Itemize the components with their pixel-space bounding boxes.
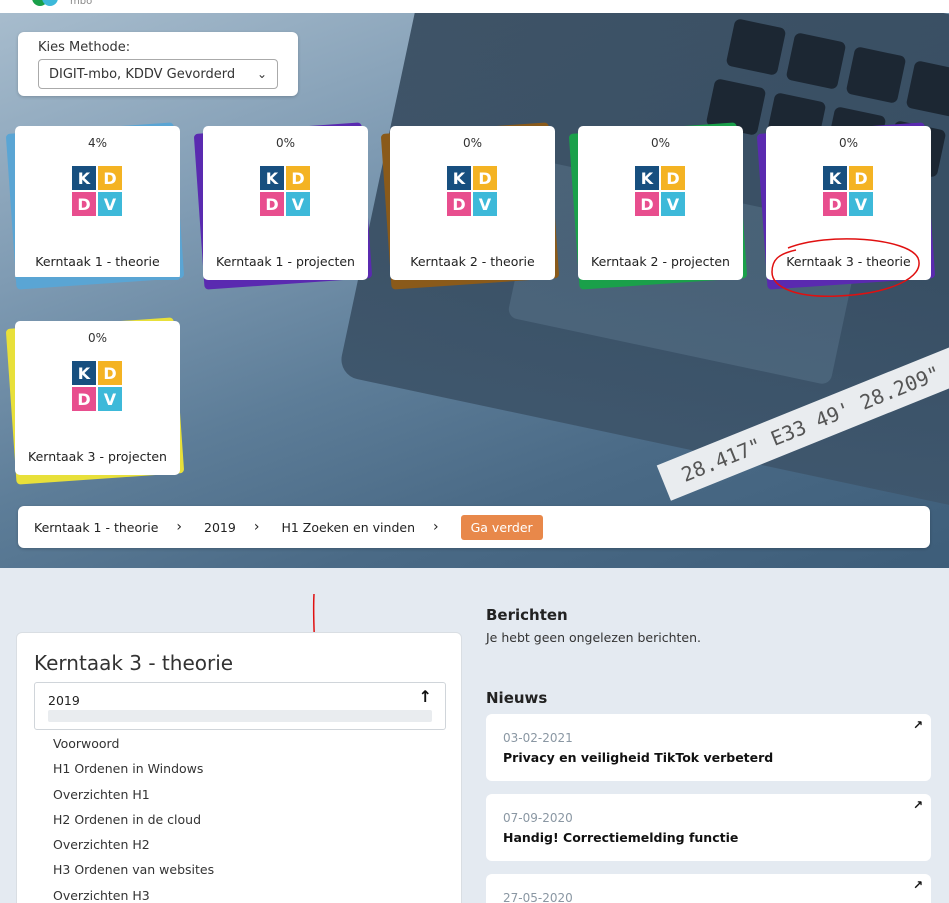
panel-title: Kerntaak 3 - theorie (34, 651, 234, 675)
news-title[interactable]: Privacy en veiligheid TikTok verbeterd (503, 750, 773, 765)
tile-card[interactable]: 0% KD DV Kerntaak 2 - theorie (390, 126, 555, 280)
messages-section: Berichten Je hebt geen ongelezen bericht… (486, 606, 931, 645)
tile-percent: 0% (650, 136, 671, 150)
news-date: 27-05-2020 (503, 891, 573, 903)
kddv-logo-icon: KD DV (823, 166, 873, 216)
external-link-icon[interactable]: ↗ (913, 798, 923, 812)
course-tile[interactable]: 0% KD DV Kerntaak 2 - theorie (380, 122, 560, 290)
chapter-link[interactable]: H1 Ordenen in Windows (53, 756, 214, 781)
chapter-link[interactable]: Overzichten H3 (53, 883, 214, 903)
tile-title: Kerntaak 2 - theorie (410, 254, 535, 269)
breadcrumb-item-kerntaak[interactable]: Kerntaak 1 - theorie (34, 520, 158, 535)
tile-card[interactable]: 0% KD DV Kerntaak 2 - projecten (578, 126, 743, 280)
chapter-link[interactable]: H2 Ordenen in de cloud (53, 807, 214, 832)
external-link-icon[interactable]: ↗ (913, 718, 923, 732)
kddv-logo-icon: KD DV (72, 361, 122, 411)
tile-percent: 0% (462, 136, 483, 150)
news-date: 07-09-2020 (503, 811, 573, 825)
breadcrumb-item-year[interactable]: 2019 (204, 520, 236, 535)
method-select[interactable]: DIGIT-mbo, KDDV Gevorderd ⌄ (38, 59, 278, 89)
annotation-circle (771, 238, 920, 297)
tile-percent: 0% (838, 136, 859, 150)
tile-card[interactable]: 0% KD DV Kerntaak 1 - projecten (203, 126, 368, 280)
news-card[interactable]: ↗ 07-09-2020 Handig! Correctiemelding fu… (486, 794, 931, 861)
brand-logo-text: mbo (70, 0, 93, 7)
chapter-link[interactable]: Overzichten H1 (53, 782, 214, 807)
news-card[interactable]: ↗ 27-05-2020 (486, 874, 931, 903)
tile-percent: 0% (275, 136, 296, 150)
news-title[interactable]: Handig! Correctiemelding functie (503, 830, 738, 845)
external-link-icon[interactable]: ↗ (913, 878, 923, 892)
chapter-link[interactable]: Overzichten H2 (53, 832, 214, 857)
tile-title: Kerntaak 3 - projecten (28, 449, 167, 464)
chevron-right-icon: › (433, 519, 439, 535)
course-tile[interactable]: 0% KD DV Kerntaak 2 - projecten (568, 122, 748, 290)
top-bar: mbo (0, 0, 949, 13)
tile-percent: 4% (87, 136, 108, 150)
course-tile[interactable]: 4% KD DV Kerntaak 1 - theorie (5, 122, 185, 290)
messages-text: Je hebt geen ongelezen berichten. (486, 630, 702, 645)
chevron-down-icon: ⌄ (256, 67, 267, 81)
breadcrumb: Kerntaak 1 - theorie › 2019 › H1 Zoeken … (18, 506, 930, 548)
course-tile[interactable]: 0% KD DV Kerntaak 1 - projecten (193, 122, 373, 290)
breadcrumb-item-chapter[interactable]: H1 Zoeken en vinden (281, 520, 415, 535)
tile-title: Kerntaak 1 - projecten (216, 254, 355, 269)
chapter-link[interactable]: H3 Ordenen van websites (53, 857, 214, 882)
messages-heading: Berichten (486, 606, 568, 624)
method-label: Kies Methode: (38, 40, 131, 55)
tile-percent: 0% (87, 331, 108, 345)
course-panel: Kerntaak 3 - theorie 2019 ↑ Voorwoord H1… (16, 632, 462, 903)
kddv-logo-icon: KD DV (72, 166, 122, 216)
arrow-up-icon[interactable]: ↑ (419, 687, 432, 706)
course-tile[interactable]: 0% KD DV Kerntaak 3 - projecten (5, 317, 185, 485)
chapter-list: Voorwoord H1 Ordenen in Windows Overzich… (53, 731, 214, 903)
kddv-logo-icon: KD DV (447, 166, 497, 216)
chapter-link[interactable]: Voorwoord (53, 731, 214, 756)
chevron-right-icon: › (253, 519, 260, 535)
chevron-right-icon: › (176, 519, 183, 535)
year-label: 2019 (48, 693, 80, 708)
continue-button[interactable]: Ga verder (460, 514, 543, 540)
year-progress-bar (48, 710, 432, 722)
tile-progress-bar (15, 277, 180, 280)
news-heading: Nieuws (486, 689, 548, 707)
tile-title: Kerntaak 1 - theorie (35, 254, 160, 269)
brand-logo-icon[interactable] (30, 0, 60, 12)
news-card[interactable]: ↗ 03-02-2021 Privacy en veiligheid TikTo… (486, 714, 931, 781)
method-select-card: Kies Methode: DIGIT-mbo, KDDV Gevorderd … (18, 32, 298, 96)
tile-title: Kerntaak 2 - projecten (591, 254, 730, 269)
kddv-logo-icon: KD DV (260, 166, 310, 216)
tile-card[interactable]: 0% KD DV Kerntaak 3 - projecten (15, 321, 180, 475)
news-date: 03-02-2021 (503, 731, 573, 745)
kddv-logo-icon: KD DV (635, 166, 685, 216)
year-accordion[interactable]: 2019 ↑ (34, 682, 446, 730)
method-selected-value: DIGIT-mbo, KDDV Gevorderd (49, 66, 236, 82)
tile-card[interactable]: 4% KD DV Kerntaak 1 - theorie (15, 126, 180, 280)
